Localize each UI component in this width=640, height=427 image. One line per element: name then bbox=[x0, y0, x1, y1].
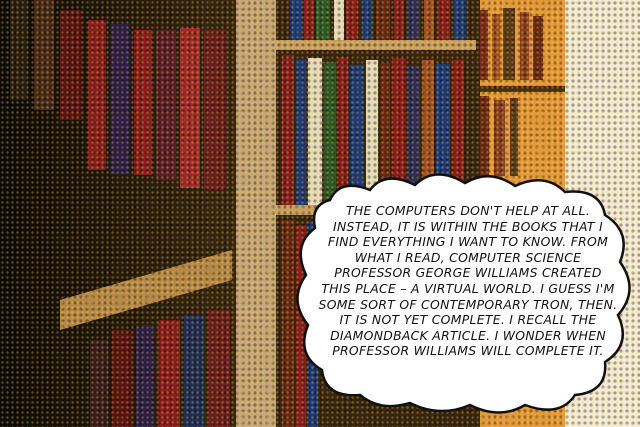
caption-text: THE COMPUTERS DON'T HELP AT ALL. INSTEAD… bbox=[318, 203, 618, 359]
comic-panel: THE COMPUTERS DON'T HELP AT ALL. INSTEAD… bbox=[0, 0, 640, 427]
